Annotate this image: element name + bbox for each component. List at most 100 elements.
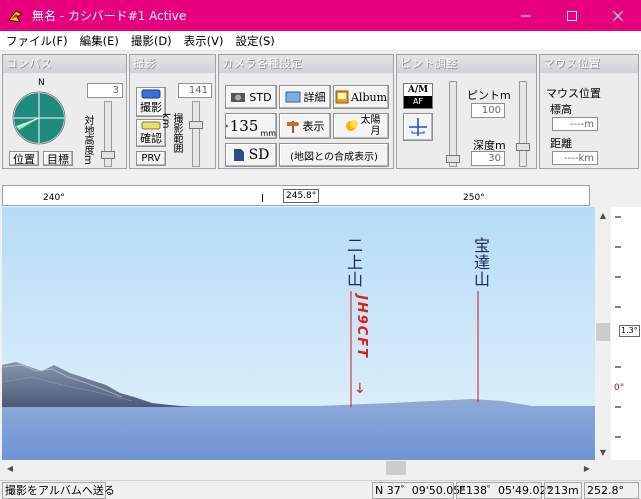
elevation-field: ----m	[552, 117, 598, 131]
prv-button[interactable]: PRV	[136, 151, 166, 166]
detail-icon	[285, 91, 300, 103]
target-arrow-icon: ↓	[354, 381, 366, 397]
direction-ruler[interactable]: 240° 245.8° 250°	[2, 185, 590, 206]
maximize-button[interactable]	[549, 0, 595, 31]
shoot-header: 撮影	[133, 57, 156, 70]
lens-mm-label: mm	[260, 129, 276, 138]
menu-bar: ファイル(F) 編集(E) 撮影(D) 表示(V) 設定(S)	[0, 31, 641, 51]
focus-panel: ピント調整 A/M AF ピントm 100 深度m 30	[396, 54, 537, 169]
mouse-header: マウス位置	[543, 57, 601, 70]
display-button[interactable]: 表示	[279, 113, 331, 139]
mouse-title: マウス位置	[546, 87, 601, 100]
menu-shoot[interactable]: 撮影(D)	[125, 31, 178, 51]
menu-file[interactable]: ファイル(F)	[0, 31, 74, 51]
vertical-scrollbar[interactable]: ▲ ▼	[595, 207, 611, 460]
elevation-ruler[interactable]: 1.3° 0°	[611, 207, 641, 460]
minimize-button[interactable]	[503, 0, 549, 31]
menu-settings[interactable]: 設定(S)	[230, 31, 281, 51]
peak-label-futagami: 二上山	[344, 237, 363, 288]
mouse-panel: マウス位置 マウス位置 標高 ----m 距離 ----km	[539, 54, 639, 169]
shoot-panel: 撮影 撮影 確認 PRV 141 撮影範囲km	[129, 54, 216, 169]
sun-icon	[345, 120, 358, 131]
lens-135-label: 135	[229, 117, 259, 135]
target-button[interactable]: 目標	[43, 151, 73, 166]
signpost-icon	[286, 121, 299, 133]
scroll-up-icon[interactable]: ▲	[595, 207, 611, 223]
ruler-center-value: 245.8°	[283, 189, 320, 203]
close-icon	[613, 10, 623, 21]
lens-135-button[interactable]: 135 mm	[225, 113, 277, 139]
horizontal-scrollbar[interactable]: ◀ ▶	[2, 460, 611, 476]
focus-field[interactable]: 100	[471, 103, 505, 118]
confirm-icon	[141, 121, 161, 129]
compass-panel: コンパス N 位置 目標 3 対地高度m	[2, 54, 127, 169]
title-bar: 無名 - カシバード#1 Active	[0, 0, 641, 31]
range-label: 撮影範囲km	[160, 113, 182, 153]
maximize-icon	[567, 10, 577, 21]
status-longitude: E138゜05'49.02"	[456, 482, 552, 499]
compass-north-label: N	[38, 78, 45, 88]
vertical-scroll-thumb[interactable]	[596, 323, 610, 341]
lens-icon	[226, 124, 228, 128]
std-label: STD	[249, 90, 272, 104]
status-bar: 撮影をアルバムへ送る N 37゜09'50.05" E138゜05'49.02"…	[0, 480, 641, 499]
menu-view[interactable]: 表示(V)	[178, 31, 230, 51]
am-af-toggle[interactable]: A/M AF	[403, 83, 433, 109]
std-camera-icon	[231, 93, 246, 102]
status-bearing: 252.8°	[584, 482, 639, 499]
detail-button[interactable]: 詳細	[279, 85, 331, 109]
menu-edit[interactable]: 編集(E)	[74, 31, 125, 51]
ruler-left-tick: 240°	[43, 193, 65, 203]
af-label: AF	[404, 96, 432, 108]
sd-label: SD	[248, 147, 270, 163]
send-to-album-button[interactable]: 撮影をアルバムへ送る	[2, 482, 115, 499]
sd-card-icon	[233, 149, 244, 161]
focus-target-button[interactable]	[403, 113, 433, 141]
sun-moon-button[interactable]: 太陽 月	[333, 113, 389, 139]
distance-field: ----km	[552, 151, 598, 165]
album-icon	[335, 90, 349, 104]
crosshair-icon	[409, 118, 427, 136]
height-label: 対地高度m	[82, 115, 93, 165]
horizontal-scroll-thumb[interactable]	[386, 461, 406, 475]
std-button[interactable]: STD	[225, 85, 277, 109]
height-slider-thumb[interactable]	[101, 151, 115, 159]
elevation-label: 標高	[550, 103, 572, 116]
close-button[interactable]	[595, 0, 641, 31]
camera-panel: カメラ各種設定 STD 詳細 Album 135 mm 表示 太陽 月 SD (…	[218, 54, 394, 169]
depth-field[interactable]: 30	[471, 151, 505, 166]
scroll-left-icon[interactable]: ◀	[2, 460, 18, 476]
elevation-zero: 0°	[614, 383, 625, 393]
range-field[interactable]: 141	[178, 83, 212, 98]
moon-label: 月	[370, 126, 381, 137]
focus-slider-thumb[interactable]	[446, 155, 460, 163]
position-button[interactable]: 位置	[9, 151, 39, 166]
panorama-view[interactable]: 二上山 宝達山 JH9CFT ↓	[2, 207, 595, 460]
peak-label-houdatsu: 宝達山	[471, 237, 490, 288]
status-altitude: 213m	[544, 482, 582, 499]
focus-label: ピントm	[467, 89, 511, 102]
shoot-label: 撮影	[140, 101, 162, 114]
composite-button[interactable]: (地図との合成表示)	[279, 143, 389, 167]
am-label: A/M	[407, 85, 429, 95]
scroll-right-icon[interactable]: ▶	[579, 460, 595, 476]
height-field[interactable]: 3	[87, 83, 123, 98]
compass-dial[interactable]	[11, 90, 67, 146]
window-title: 無名 - カシバード#1 Active	[32, 9, 187, 23]
minimize-icon	[521, 15, 531, 16]
sd-button[interactable]: SD	[225, 143, 277, 167]
depth-slider-thumb[interactable]	[516, 143, 530, 151]
toolbar: コンパス N 位置 目標 3 対地高度m 撮影 撮影 確認 PRV 141 撮影…	[0, 52, 641, 171]
range-slider-thumb[interactable]	[189, 121, 203, 129]
app-icon[interactable]	[8, 8, 24, 24]
display-label: 表示	[302, 120, 325, 133]
album-button[interactable]: Album	[333, 85, 389, 109]
focus-header: ピント調整	[400, 57, 458, 70]
compass-header: コンパス	[6, 57, 52, 70]
range-slider-track[interactable]	[192, 101, 200, 167]
camera-header: カメラ各種設定	[222, 57, 303, 70]
album-label: Album	[350, 90, 388, 104]
depth-slider-track[interactable]	[519, 81, 527, 167]
ruler-right-tick: 250°	[463, 193, 485, 203]
scroll-down-icon[interactable]: ▼	[595, 444, 611, 460]
